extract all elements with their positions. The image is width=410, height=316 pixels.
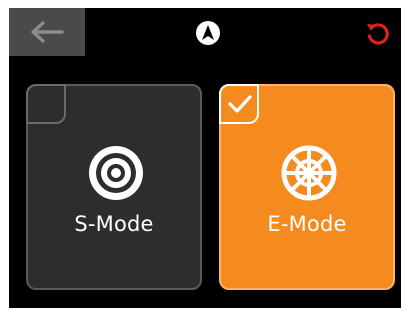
e-mode-label: E-Mode [267,212,347,236]
navigation-icon [196,21,220,45]
s-mode-label: S-Mode [74,212,154,236]
reset-button[interactable] [361,16,395,50]
device-screen: S-Mode E-Mode [9,8,401,308]
checkmark-icon [228,95,252,113]
target-icon [89,146,143,200]
e-mode-checkbox[interactable] [219,84,259,124]
wheel-icon [281,145,337,201]
s-mode-checkbox[interactable] [26,84,66,124]
arrow-left-icon [31,21,64,43]
top-bar [9,8,401,56]
s-mode-card[interactable]: S-Mode [26,84,202,290]
back-button[interactable] [9,8,85,56]
reset-icon [367,23,389,45]
e-mode-card[interactable]: E-Mode [219,84,395,290]
